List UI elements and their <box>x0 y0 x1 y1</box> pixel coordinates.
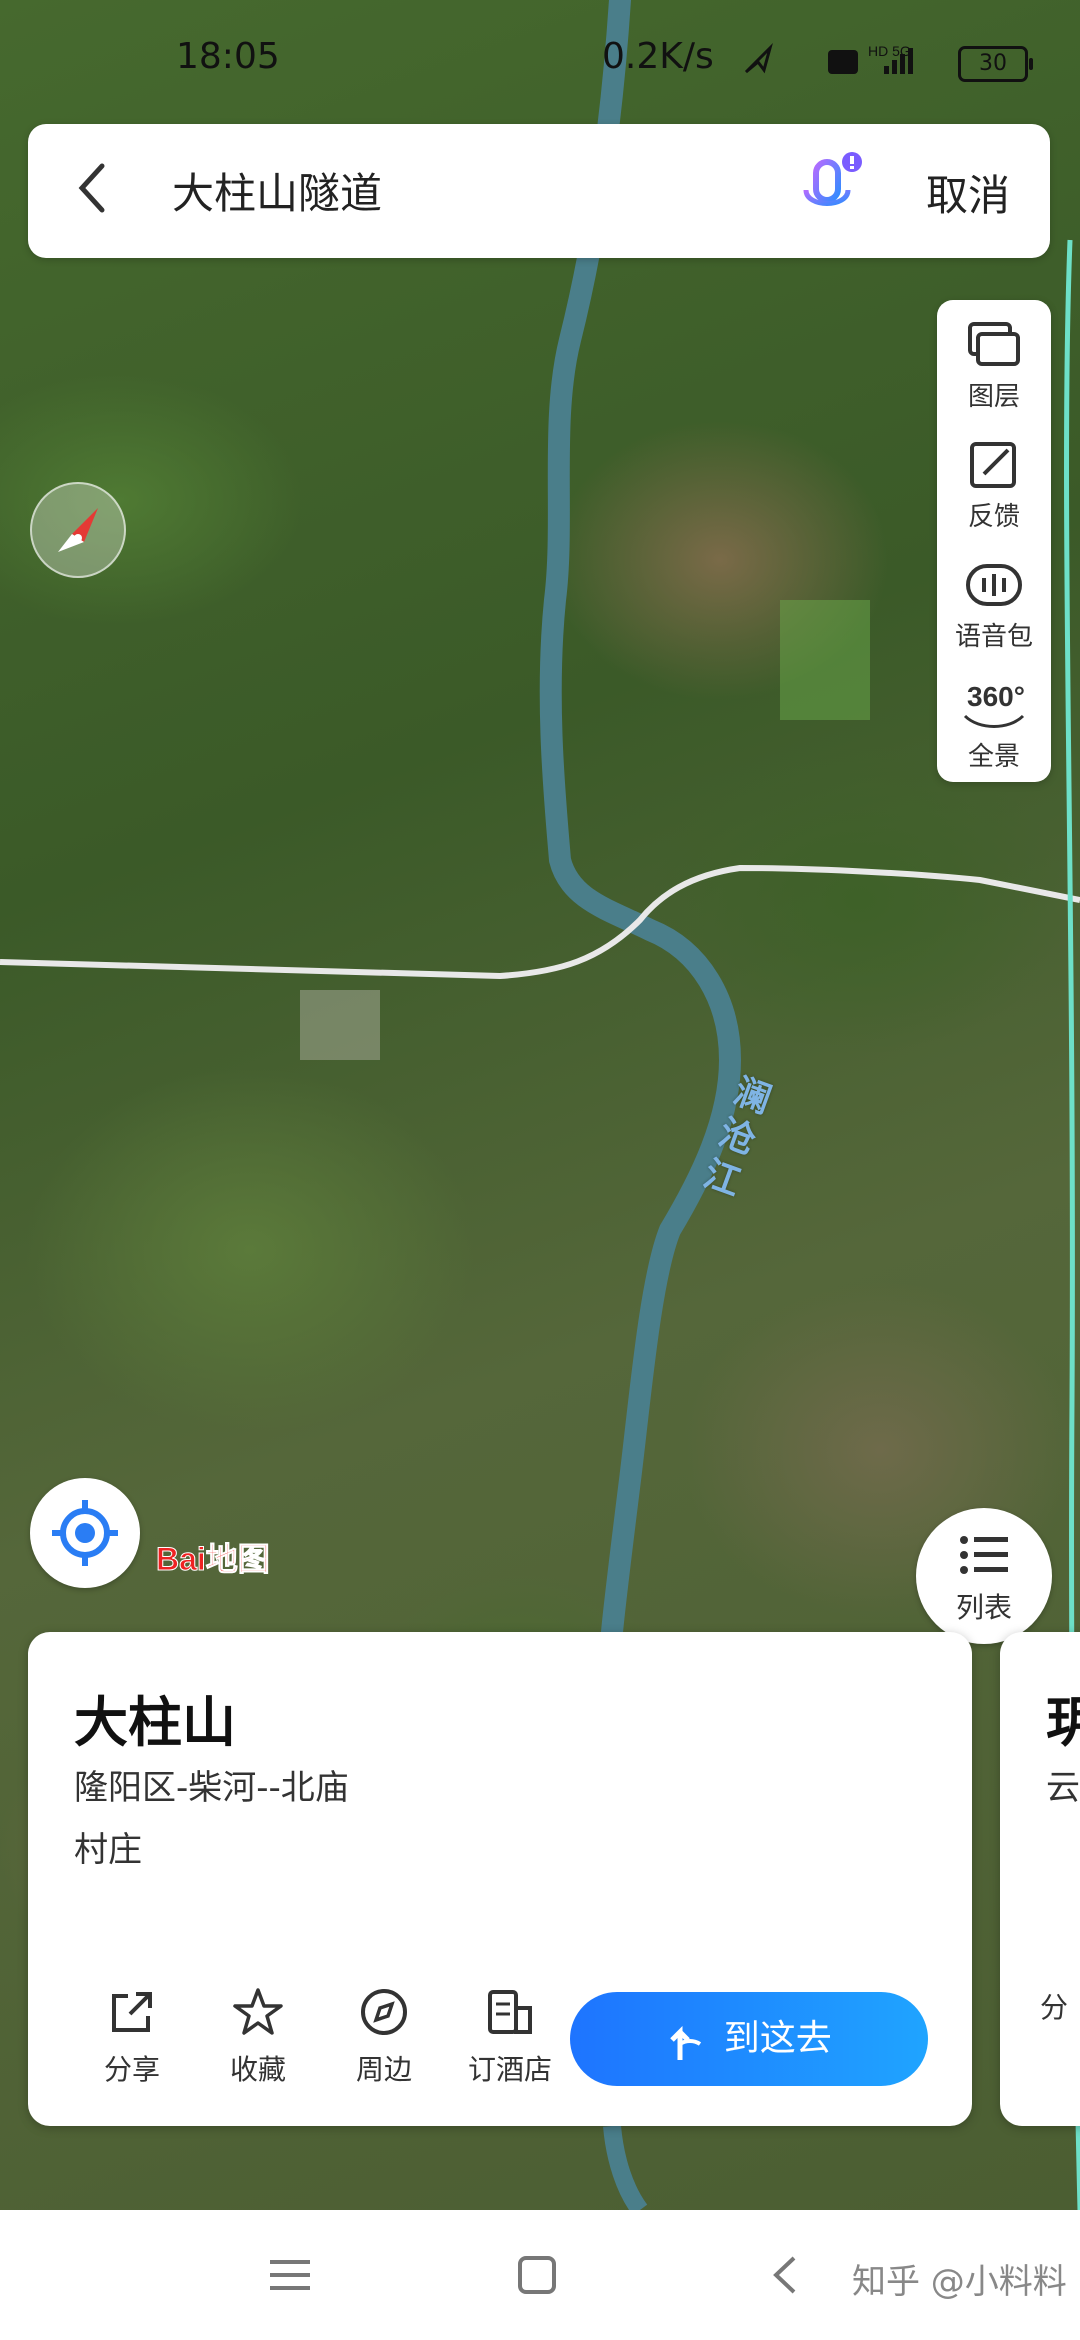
search-bar: 大柱山隧道 取消 <box>28 124 1050 258</box>
layers-label: 图层 <box>967 382 1020 412</box>
share-button[interactable]: 分享 <box>72 1986 192 2088</box>
home-square-icon <box>518 2256 556 2294</box>
baidu-map-logo: Bai地图 <box>156 1528 326 1578</box>
favorite-button[interactable]: 收藏 <box>198 1986 318 2088</box>
chevron-left-icon <box>78 163 105 213</box>
next-card-action: 分 <box>1040 1991 1069 2024</box>
svg-text:Bai地图: Bai地图 <box>156 1541 270 1577</box>
river-path-lower <box>603 2125 648 2210</box>
farmland-area <box>780 600 870 720</box>
layers-button[interactable]: 图层 <box>937 300 1051 420</box>
road-path <box>0 864 1080 980</box>
back-triangle-icon <box>773 2256 796 2294</box>
feedback-icon <box>970 442 1016 488</box>
crosshair-icon <box>52 1500 118 1566</box>
signal-icon: HD 5G <box>744 42 913 74</box>
feedback-label: 反馈 <box>967 502 1020 532</box>
favorite-label: 收藏 <box>229 2053 286 2086</box>
list-icon <box>960 1536 1008 1574</box>
battery-indicator: 30 <box>958 46 1033 82</box>
next-card-title: 玥 <box>1046 1691 1080 1754</box>
system-nav-bar: 知乎 @小料料 <box>0 2210 1080 2340</box>
cancel-button[interactable]: 取消 <box>926 162 1010 223</box>
status-time: 18:05 <box>176 36 280 77</box>
next-card-subtitle: 云 <box>1046 1768 1080 1808</box>
place-address: 隆阳区-柴河--北庙 <box>74 1768 349 1808</box>
menu-icon <box>270 2260 310 2290</box>
voice-pack-button[interactable]: 语音包 <box>937 540 1051 660</box>
map-tools-panel: 图层 反馈 语音包 360° 全景 <box>937 300 1051 782</box>
status-bar: 18:05 0.2K/s HD 5G 30 <box>0 0 1080 120</box>
svg-text:360°: 360° <box>967 681 1025 712</box>
navigate-here-button[interactable]: 到这去 <box>570 1992 928 2086</box>
place-category: 村庄 <box>74 1830 142 1870</box>
navigate-here-label: 到这去 <box>723 2018 832 2059</box>
star-icon <box>233 1988 283 2035</box>
share-label: 分享 <box>103 2053 160 2086</box>
list-view-button[interactable]: 列表 <box>916 1508 1052 1644</box>
compass-nearby-icon <box>361 1989 407 2035</box>
nearby-button[interactable]: 周边 <box>324 1986 444 2088</box>
panorama-label: 全景 <box>967 742 1020 772</box>
voice-pack-icon <box>966 564 1022 606</box>
share-icon <box>112 1992 152 2032</box>
menu-nav-button[interactable] <box>262 2250 322 2300</box>
watermark: 知乎 @小料料 <box>852 2262 1067 2302</box>
nearby-label: 周边 <box>355 2053 412 2086</box>
village-area <box>300 990 380 1060</box>
voice-pack-label: 语音包 <box>954 622 1033 652</box>
back-button[interactable] <box>72 158 132 224</box>
book-hotel-label: 订酒店 <box>467 2053 552 2086</box>
feedback-button[interactable]: 反馈 <box>937 420 1051 540</box>
locate-me-button[interactable] <box>30 1478 140 1588</box>
compass-icon <box>58 508 98 552</box>
next-place-card[interactable]: 玥 云 分 <box>1000 1632 1080 2126</box>
search-query[interactable]: 大柱山隧道 <box>172 160 382 221</box>
back-nav-button[interactable] <box>758 2250 818 2300</box>
layers-icon <box>968 322 1020 366</box>
hotel-icon <box>488 1990 532 2034</box>
network-speed: 0.2K/s <box>602 36 714 77</box>
place-card[interactable]: 大柱山 隆阳区-柴河--北庙 村庄 分享 收藏 周边 订酒店 到这去 <box>28 1632 972 2126</box>
microphone-icon <box>803 152 862 220</box>
voice-search-button[interactable] <box>788 152 868 232</box>
book-hotel-button[interactable]: 订酒店 <box>450 1986 570 2088</box>
list-label: 列表 <box>955 1591 1012 1624</box>
status-indicators: HD 5G <box>740 40 940 87</box>
baidu-paw-logo: Bai地图 <box>156 1541 271 1578</box>
home-nav-button[interactable] <box>508 2250 568 2300</box>
route-arrow-icon <box>670 2025 702 2060</box>
panorama-360-icon: 360° <box>963 681 1025 728</box>
compass-button[interactable] <box>30 482 126 578</box>
place-title: 大柱山 <box>74 1691 236 1754</box>
panorama-button[interactable]: 360° 全景 <box>937 660 1051 780</box>
